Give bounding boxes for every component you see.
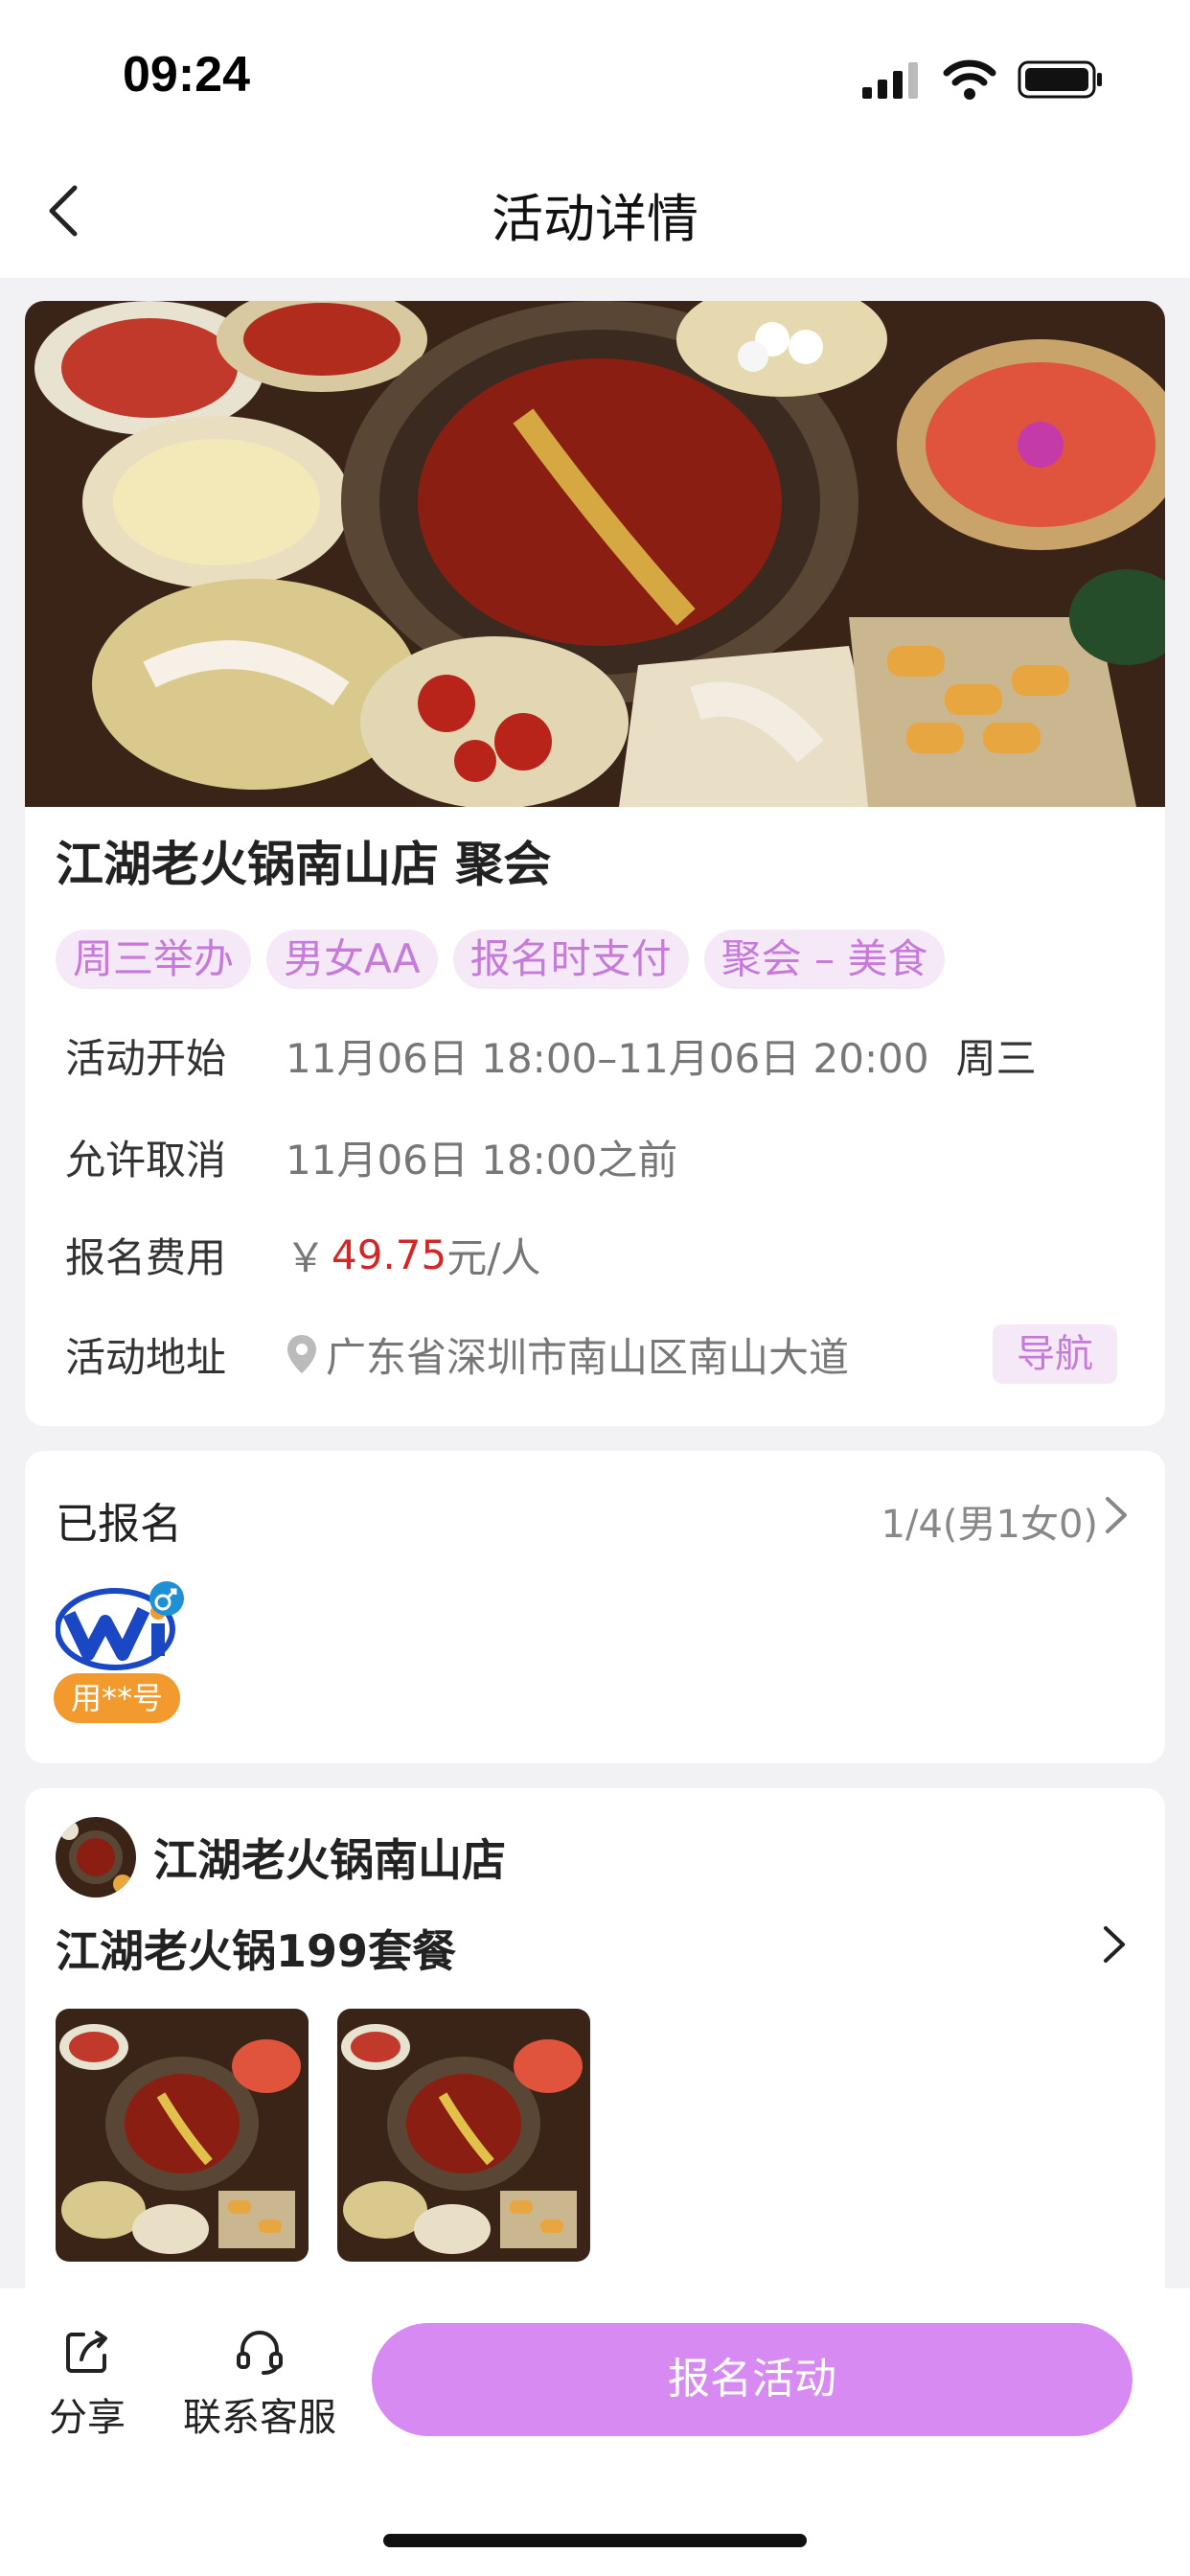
cancel-value: 11月06日 18:00之前 [286,1136,678,1184]
share-label: 分享 [49,2396,126,2440]
signup-count: 1/4(男1女0) [881,1503,1098,1547]
store-name: 江湖老火锅南山店 [153,1834,506,1886]
event-tags: 周三举办 男女AA 报名时支付 聚会 – 美食 [56,930,946,989]
store-card[interactable]: 江湖老火锅南山店 江湖老火锅199套餐 [25,1788,1165,2306]
start-weekday: 周三 [955,1034,1037,1082]
member-name-badge: 用**号 [54,1673,181,1723]
event-title: 江湖老火锅南山店 聚会 [56,837,552,892]
signup-card[interactable]: 已报名 1/4(男1女0) 用**号 [25,1451,1165,1763]
package-photo[interactable] [56,2009,309,2262]
address-label: 活动地址 [65,1333,227,1381]
chevron-right-icon[interactable] [1100,1922,1129,1966]
signup-title: 已报名 [56,1500,182,1549]
fee-unit: 元/人 [446,1233,541,1281]
cancel-label: 允许取消 [65,1136,227,1184]
headset-icon [237,2331,283,2375]
address-row: 活动地址 广东省深圳市南山区南山大道 [65,1321,849,1388]
start-time-range: 11月06日 18:00–11月06日 20:00 [286,1034,929,1082]
start-time-label: 活动开始 [65,1034,227,1082]
page-title: 活动详情 [492,189,698,249]
share-icon [66,2331,107,2373]
package-photos [56,2009,590,2262]
fee-value: ￥ 49.75 元/人 [286,1226,540,1284]
chevron-right-icon[interactable] [1102,1493,1131,1537]
store-avatar [56,1817,136,1898]
event-card: 江湖老火锅南山店 聚会 周三举办 男女AA 报名时支付 聚会 – 美食 活动开始… [25,301,1165,1426]
signal-icon [862,62,918,99]
start-time-row: 活动开始 11月06日 18:00–11月06日 20:00 周三 [65,1022,1037,1089]
member-avatar[interactable] [56,1576,190,1677]
cancel-row: 允许取消 11月06日 18:00之前 [65,1123,677,1190]
address-value: 广东省深圳市南山区南山大道 [286,1325,849,1384]
address-text: 广东省深圳市南山区南山大道 [326,1333,850,1381]
navigate-button[interactable]: 导航 [993,1324,1117,1384]
location-pin-icon [287,1335,316,1373]
wifi-icon [943,59,996,100]
package-photo[interactable] [337,2009,590,2262]
bottom-action-bar: 分享 联系客服 报名活动 [0,2288,1190,2576]
home-indicator [383,2534,807,2547]
event-tag: 报名时支付 [452,930,689,989]
event-hero-image [25,301,1165,807]
nav-bar: 活动详情 [0,144,1190,278]
package-name[interactable]: 江湖老火锅199套餐 [56,1917,456,1980]
customer-service-label: 联系客服 [183,2396,336,2440]
store-header[interactable]: 江湖老火锅南山店 [56,1817,506,1898]
signup-event-button[interactable]: 报名活动 [372,2323,1133,2436]
fee-amount: 49.75 [332,1230,447,1278]
event-tag: 周三举办 [56,930,252,989]
fee-label: 报名费用 [65,1233,227,1281]
status-icons [860,58,1104,102]
battery-icon [1018,60,1102,99]
customer-service-button[interactable]: 联系客服 [178,2327,341,2442]
event-tag: 聚会 – 美食 [703,930,946,989]
status-time: 09:24 [123,47,250,103]
share-button[interactable]: 分享 [44,2327,130,2442]
fee-currency: ￥ [286,1233,327,1281]
fee-row: 报名费用 ￥ 49.75 元/人 [65,1221,540,1288]
status-bar: 09:24 [0,0,1190,144]
event-tag: 男女AA [266,930,438,989]
start-time-value: 11月06日 18:00–11月06日 20:00 周三 [286,1026,1037,1085]
